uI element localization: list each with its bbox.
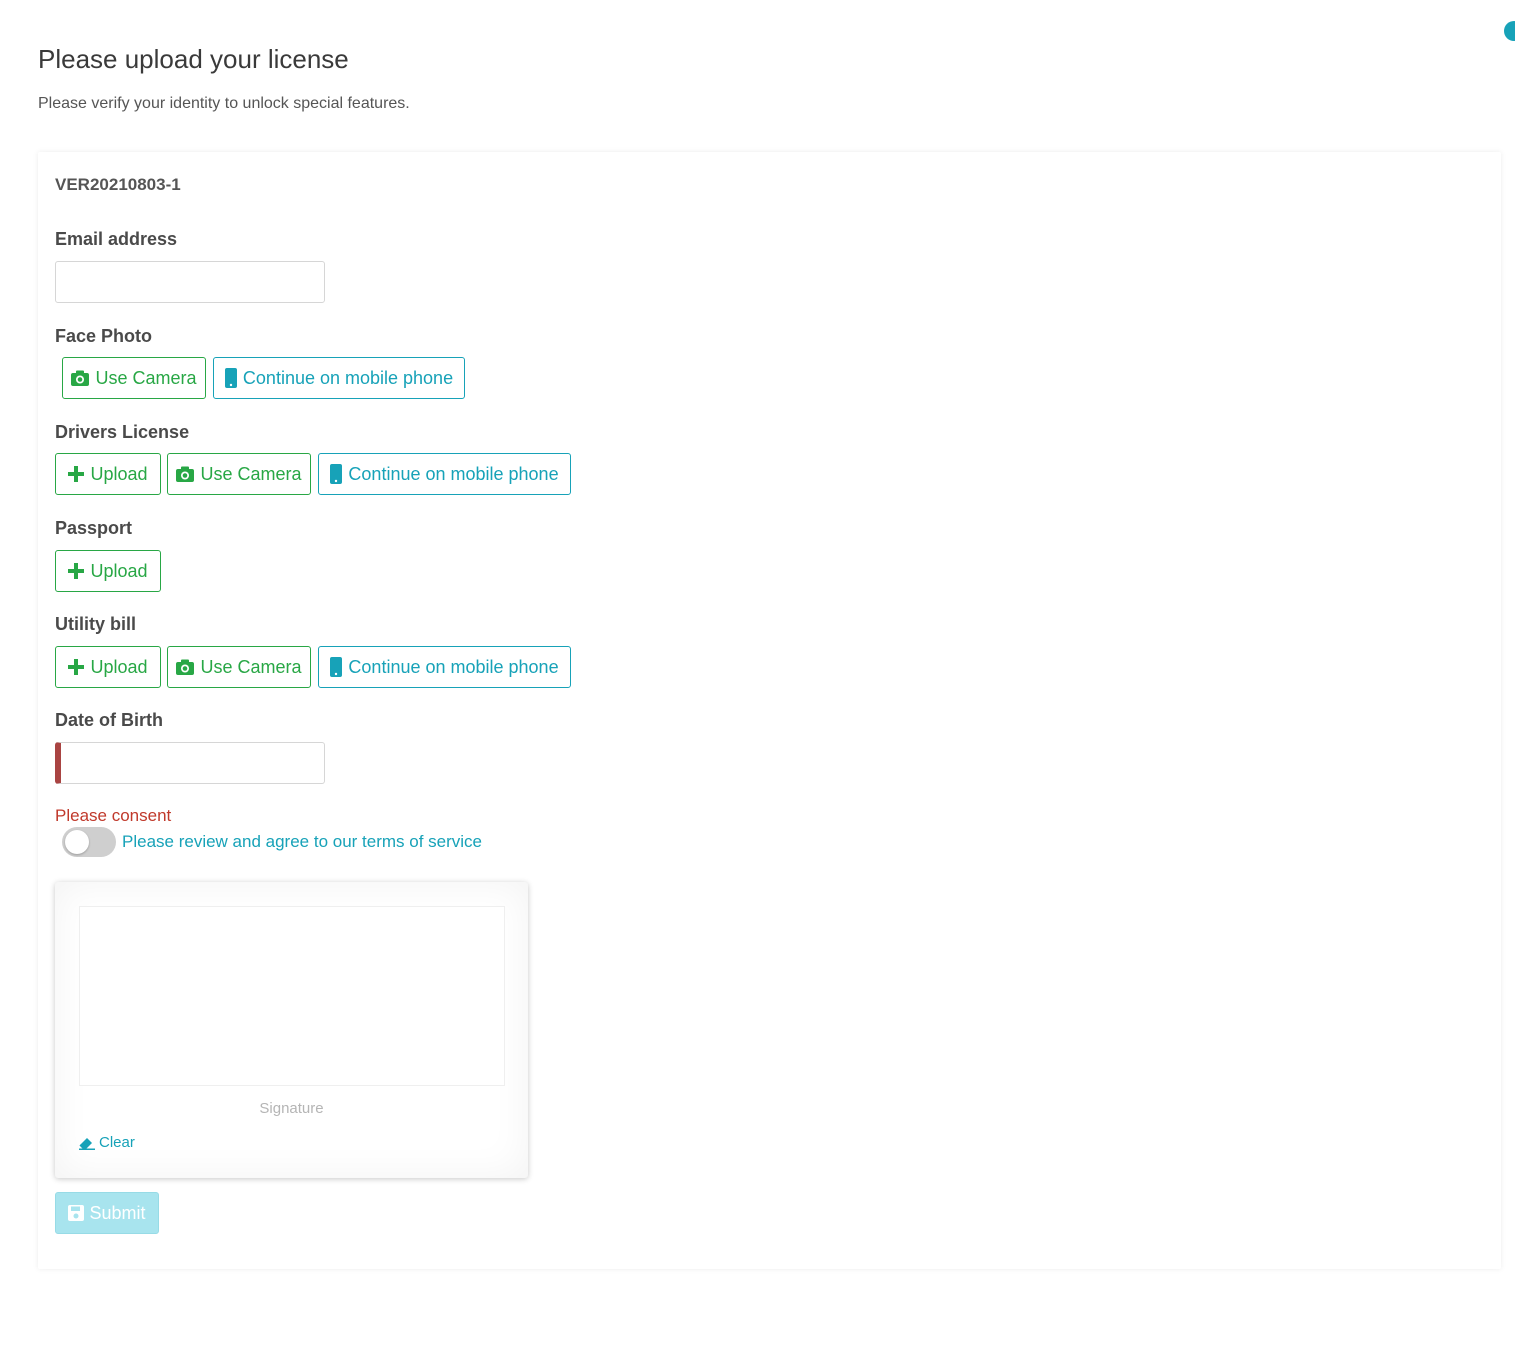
- camera-icon: [71, 370, 90, 386]
- button-label: Upload: [90, 463, 148, 484]
- mobile-phone-icon: [224, 368, 237, 388]
- face-photo-label: Face Photo: [55, 326, 153, 346]
- button-label: Continue on mobile phone: [348, 463, 559, 484]
- submit-label: Submit: [89, 1202, 146, 1223]
- signature-panel: Signature Clear: [55, 882, 528, 1178]
- face-photo-use-camera-button[interactable]: Use Camera: [62, 357, 206, 399]
- button-label: Use Camera: [200, 656, 302, 677]
- submit-button[interactable]: Submit: [55, 1192, 159, 1234]
- drivers-license-label: Drivers License: [55, 422, 190, 442]
- drivers-license-upload-button[interactable]: Upload: [55, 453, 161, 495]
- reference-id: VER20210803-1: [55, 175, 181, 194]
- consent-error: Please consent: [55, 806, 172, 825]
- signature-caption: Signature: [259, 1100, 324, 1117]
- plus-icon: [68, 466, 85, 482]
- email-label: Email address: [55, 229, 178, 249]
- utility-bill-upload-button[interactable]: Upload: [55, 646, 161, 688]
- drivers-license-use-camera-button[interactable]: Use Camera: [167, 453, 311, 495]
- page-subtitle: Please verify your identity to unlock sp…: [38, 95, 410, 112]
- face-photo-mobile-button[interactable]: Continue on mobile phone: [213, 357, 465, 399]
- button-label: Continue on mobile phone: [348, 656, 559, 677]
- clear-signature-button[interactable]: Clear: [79, 1134, 135, 1151]
- button-label: Upload: [90, 560, 148, 581]
- email-field[interactable]: [55, 261, 325, 303]
- passport-label: Passport: [55, 518, 133, 538]
- consent-toggle[interactable]: [62, 827, 116, 857]
- drivers-license-mobile-button[interactable]: Continue on mobile phone: [318, 453, 571, 495]
- utility-bill-use-camera-button[interactable]: Use Camera: [167, 646, 311, 688]
- button-label: Use Camera: [95, 367, 197, 388]
- signature-pad[interactable]: [79, 906, 505, 1086]
- camera-icon: [176, 659, 195, 675]
- help-icon[interactable]: [1504, 21, 1515, 41]
- button-label: Use Camera: [200, 463, 302, 484]
- clear-label: Clear: [99, 1134, 135, 1151]
- plus-icon: [68, 659, 85, 675]
- button-label: Upload: [90, 656, 148, 677]
- verification-card: VER20210803-1 Email address Face Photo U…: [38, 152, 1501, 1269]
- mobile-phone-icon: [330, 464, 343, 484]
- button-label: Continue on mobile phone: [242, 367, 454, 388]
- mobile-phone-icon: [330, 657, 343, 677]
- utility-bill-mobile-button[interactable]: Continue on mobile phone: [318, 646, 571, 688]
- date-of-birth-label: Date of Birth: [55, 710, 163, 730]
- toggle-knob: [65, 830, 89, 854]
- eraser-icon: [79, 1137, 95, 1150]
- terms-of-service-link[interactable]: Please review and agree to our terms of …: [122, 832, 482, 852]
- page-title: Please upload your license: [38, 44, 349, 74]
- camera-icon: [176, 466, 195, 482]
- date-of-birth-field[interactable]: [55, 742, 325, 784]
- utility-bill-label: Utility bill: [55, 614, 136, 634]
- plus-icon: [68, 563, 85, 579]
- passport-upload-button[interactable]: Upload: [55, 550, 161, 592]
- save-icon: [68, 1205, 85, 1221]
